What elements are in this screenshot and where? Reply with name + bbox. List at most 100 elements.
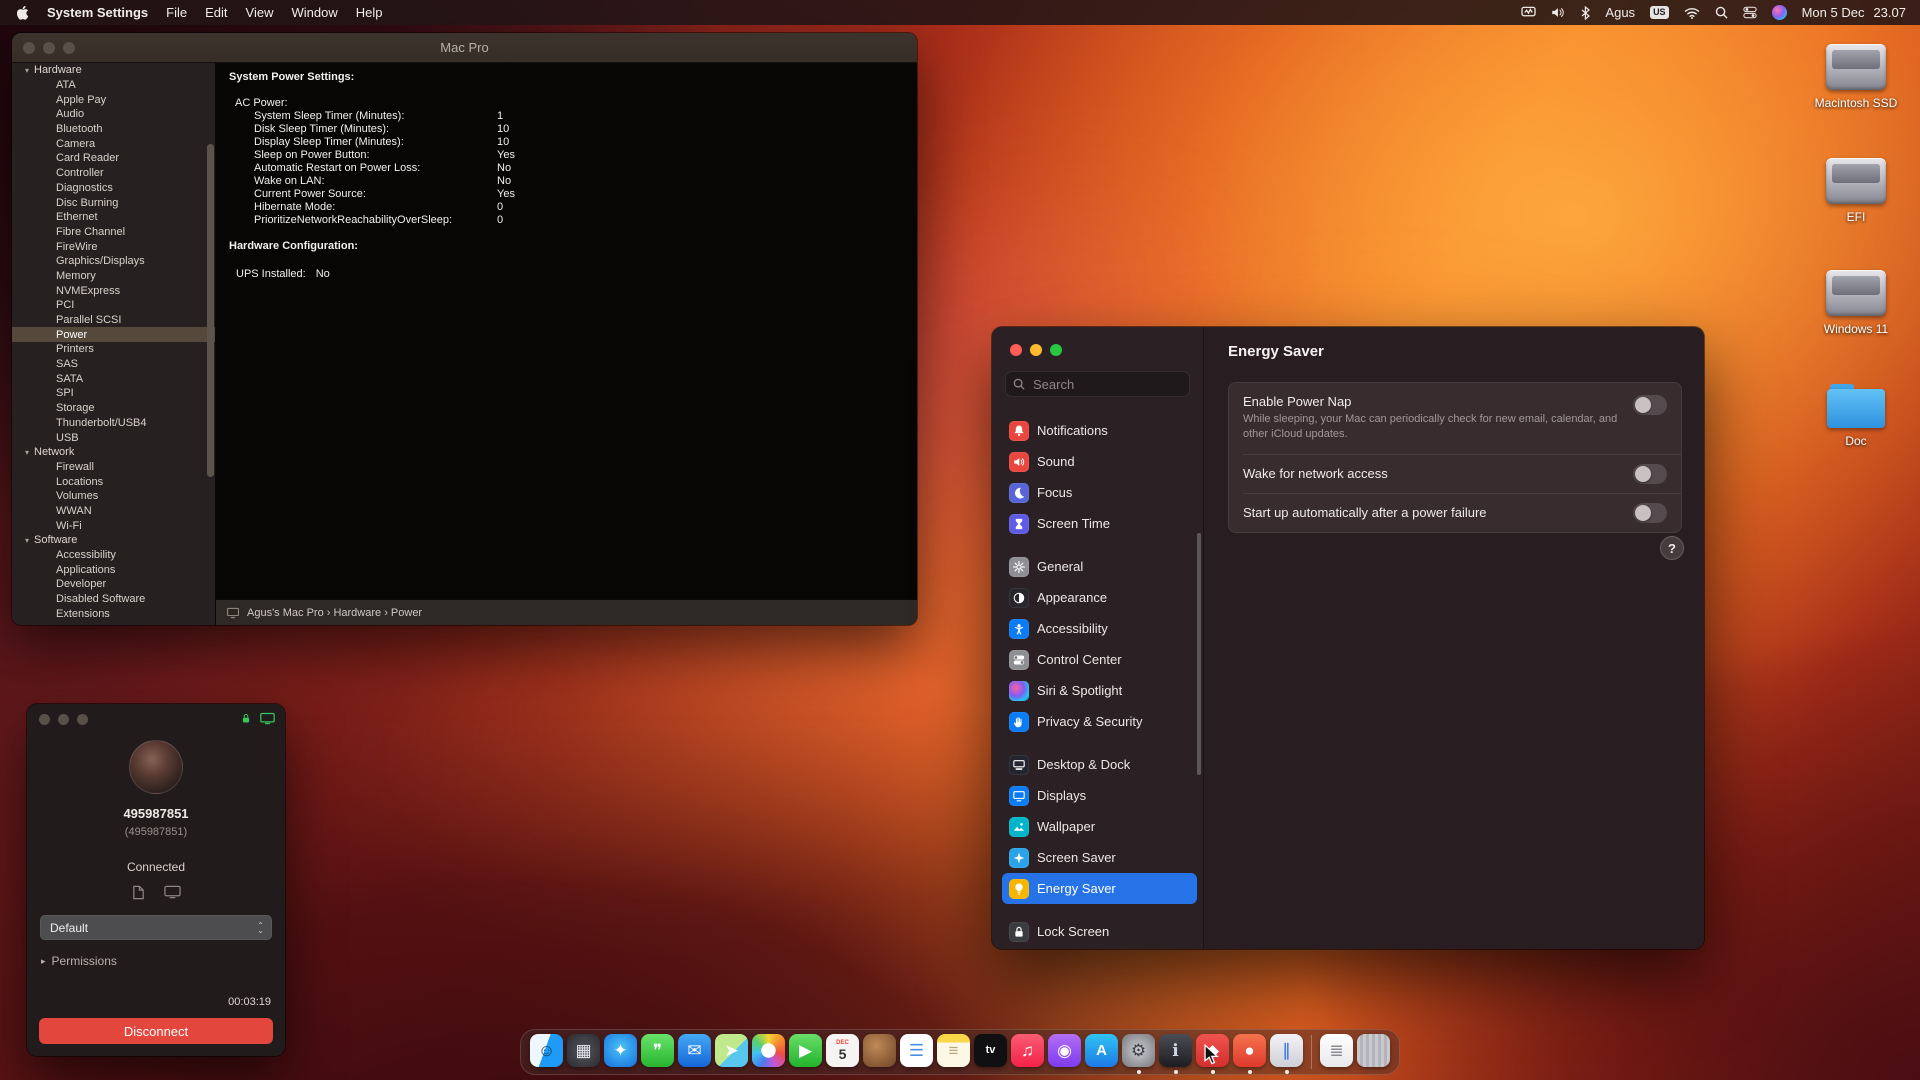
disconnect-button[interactable]: Disconnect xyxy=(39,1018,273,1044)
sidebar-item-screen-time[interactable]: Screen Time xyxy=(1002,508,1197,539)
tree-item-memory[interactable]: Memory xyxy=(12,269,215,284)
sidebar-item-touch-id-password[interactable]: Touch ID & Password xyxy=(1002,947,1197,949)
zoom-button[interactable] xyxy=(63,42,75,54)
desktop-icon-efi[interactable]: EFI xyxy=(1798,158,1914,224)
window-titlebar[interactable]: Mac Pro xyxy=(12,33,917,63)
siri-icon[interactable] xyxy=(1771,5,1787,20)
sidebar-item-desktop-dock[interactable]: Desktop & Dock xyxy=(1002,749,1197,780)
zoom-button[interactable] xyxy=(77,714,88,725)
dock-item-tv[interactable]: tv xyxy=(972,1030,1009,1075)
dock-item-launchpad[interactable]: ▦ xyxy=(565,1030,602,1075)
tree-item-controller[interactable]: Controller xyxy=(12,166,215,181)
tree-item-fibre-channel[interactable]: Fibre Channel xyxy=(12,225,215,240)
sidebar-item-notifications[interactable]: Notifications xyxy=(1002,415,1197,446)
menu-window[interactable]: Window xyxy=(291,5,337,20)
desktop-icon-doc[interactable]: Doc xyxy=(1798,384,1914,448)
search-input[interactable] xyxy=(1031,375,1151,393)
sidebar-item-wallpaper[interactable]: Wallpaper xyxy=(1002,811,1197,842)
tree-section-hardware[interactable]: ▾ Hardware xyxy=(12,63,215,78)
sidebar-item-control-center[interactable]: Control Center xyxy=(1002,644,1197,675)
sidebar-scrollbar[interactable] xyxy=(207,144,214,477)
search-icon[interactable] xyxy=(1715,6,1728,19)
tree-item-diagnostics[interactable]: Diagnostics xyxy=(12,181,215,196)
dock-item-messages[interactable]: ❞ xyxy=(639,1030,676,1075)
tree-item-sata[interactable]: SATA xyxy=(12,371,215,386)
close-button[interactable] xyxy=(23,42,35,54)
tree-section-software[interactable]: ▾ Software xyxy=(12,533,215,548)
menu-view[interactable]: View xyxy=(246,5,274,20)
tree-item-wwan[interactable]: WWAN xyxy=(12,504,215,519)
volume-icon[interactable] xyxy=(1551,6,1566,19)
desktop-icon-windows-11[interactable]: Windows 11 xyxy=(1798,270,1914,336)
tree-item-nvmexpress[interactable]: NVMExpress xyxy=(12,283,215,298)
tree-item-ethernet[interactable]: Ethernet xyxy=(12,210,215,225)
toggle-switch[interactable] xyxy=(1633,463,1667,484)
minimize-button[interactable] xyxy=(43,42,55,54)
dock-item-system-information[interactable]: ℹ xyxy=(1157,1030,1194,1075)
tree-item-camera[interactable]: Camera xyxy=(12,136,215,151)
status-app-icon[interactable] xyxy=(1521,6,1537,19)
dock-item-facetime[interactable]: ▶ xyxy=(787,1030,824,1075)
dock-item-textedit[interactable]: ≣ xyxy=(1318,1030,1355,1075)
menu-edit[interactable]: Edit xyxy=(205,5,227,20)
dock-item-calendar[interactable]: DEC 5 xyxy=(824,1030,861,1075)
sidebar-scrollbar[interactable] xyxy=(1197,533,1201,775)
breadcrumb[interactable]: Agus's Mac Pro › Hardware › Power xyxy=(247,607,422,619)
tree-item-parallel-scsi[interactable]: Parallel SCSI xyxy=(12,313,215,328)
dock-item-music[interactable]: ♫ xyxy=(1009,1030,1046,1075)
sidebar-item-appearance[interactable]: Appearance xyxy=(1002,582,1197,613)
dock-item-maps[interactable]: ➤ xyxy=(713,1030,750,1075)
minimize-button[interactable] xyxy=(1030,344,1042,356)
tree-item-spi[interactable]: SPI xyxy=(12,386,215,401)
sidebar-item-accessibility[interactable]: Accessibility xyxy=(1002,613,1197,644)
tree-item-applications[interactable]: Applications xyxy=(12,562,215,577)
sidebar-item-screen-saver[interactable]: Screen Saver xyxy=(1002,842,1197,873)
toggle-switch[interactable] xyxy=(1633,395,1667,415)
permissions-disclosure[interactable]: ▸ Permissions xyxy=(41,954,285,968)
sidebar-item-lock-screen[interactable]: Lock Screen xyxy=(1002,916,1197,947)
screen-share-icon[interactable] xyxy=(164,885,181,899)
tree-item-ata[interactable]: ATA xyxy=(12,78,215,93)
dock-item-unknown-brown-app[interactable] xyxy=(861,1030,898,1075)
control-center-icon[interactable] xyxy=(1742,6,1757,19)
profile-select[interactable]: Default ⌃ ⌄ xyxy=(40,915,272,940)
tree-item-apple-pay[interactable]: Apple Pay xyxy=(12,92,215,107)
tree-item-disabled-software[interactable]: Disabled Software xyxy=(12,592,215,607)
bluetooth-icon[interactable] xyxy=(1581,5,1591,20)
tree-item-locations[interactable]: Locations xyxy=(12,474,215,489)
tree-item-bluetooth[interactable]: Bluetooth xyxy=(12,122,215,137)
help-button[interactable]: ? xyxy=(1660,536,1684,560)
tree-item-sas[interactable]: SAS xyxy=(12,357,215,372)
menu-date[interactable]: Mon 5 Dec xyxy=(1802,5,1865,20)
tree-item-developer[interactable]: Developer xyxy=(12,577,215,592)
menu-user-name[interactable]: Agus xyxy=(1605,5,1635,20)
file-transfer-icon[interactable] xyxy=(131,885,146,900)
dock-item-notes[interactable]: ≡ xyxy=(935,1030,972,1075)
tree-item-extensions[interactable]: Extensions xyxy=(12,606,215,621)
minimize-button[interactable] xyxy=(58,714,69,725)
dock-item-app-store[interactable]: A xyxy=(1083,1030,1120,1075)
sidebar-item-displays[interactable]: Displays xyxy=(1002,780,1197,811)
menu-file[interactable]: File xyxy=(166,5,187,20)
dock-item-unknown-light-app[interactable]: ∥ xyxy=(1268,1030,1305,1075)
settings-search-field[interactable] xyxy=(1005,371,1190,397)
sidebar-item-sound[interactable]: Sound xyxy=(1002,446,1197,477)
sidebar-item-privacy-security[interactable]: Privacy & Security xyxy=(1002,706,1197,737)
wifi-icon[interactable] xyxy=(1684,7,1700,19)
tree-item-volumes[interactable]: Volumes xyxy=(12,489,215,504)
close-button[interactable] xyxy=(39,714,50,725)
zoom-button[interactable] xyxy=(1050,344,1062,356)
close-button[interactable] xyxy=(1010,344,1022,356)
dock-item-photos[interactable] xyxy=(750,1030,787,1075)
tree-item-disc-burning[interactable]: Disc Burning xyxy=(12,195,215,210)
dock-item-mail[interactable]: ✉ xyxy=(676,1030,713,1075)
sidebar-item-focus[interactable]: Focus xyxy=(1002,477,1197,508)
menu-help[interactable]: Help xyxy=(356,5,383,20)
tree-item-graphics-displays[interactable]: Graphics/Displays xyxy=(12,254,215,269)
desktop-icon-macintosh-ssd[interactable]: Macintosh SSD xyxy=(1798,44,1914,110)
tree-item-power[interactable]: Power xyxy=(12,327,215,343)
dock-item-trash[interactable] xyxy=(1355,1030,1392,1075)
tree-item-firewire[interactable]: FireWire xyxy=(12,239,215,254)
dock-item-reminders[interactable]: ☰ xyxy=(898,1030,935,1075)
dock-item-finder[interactable]: ☺ xyxy=(528,1030,565,1075)
